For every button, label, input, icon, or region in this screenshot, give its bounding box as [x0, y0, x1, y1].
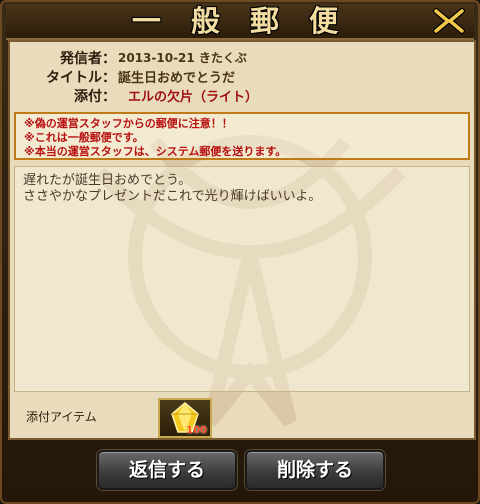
warning-line: ※これは一般郵便です。 — [24, 131, 144, 144]
body-line: ささやかなプレゼントだこれで光り輝けばいいよ。 — [23, 189, 322, 204]
attachment-item-slot[interactable]: 100 — [158, 398, 212, 438]
attachment-item-label: 添付アイテム — [26, 410, 97, 424]
subject-row: タイトル： 誕生日おめでとうだ — [28, 67, 258, 87]
mail-window: 一 般 郵 便 発信者： 2013-10-21 きたくぶ タイトル： 誕生日おめ… — [0, 0, 480, 504]
mail-body[interactable]: 遅れたが誕生日おめでとう。 ささやかなプレゼントだこれで光り輝けばいいよ。 — [14, 166, 470, 392]
sender-label: 発信者： — [60, 50, 116, 67]
body-line: 遅れたが誕生日おめでとう。 — [23, 173, 192, 188]
warning-line: ※本当の運営スタッフは、システム郵便を送ります。 — [24, 145, 287, 158]
sender-row: 発信者： 2013-10-21 きたくぶ — [28, 48, 258, 67]
subject-value: 誕生日おめでとうだ — [118, 71, 236, 86]
attachment-label: 添付： — [74, 88, 116, 105]
delete-button[interactable]: 削除する — [245, 450, 385, 490]
sender-value: 2013-10-21 きたくぶ — [118, 51, 247, 65]
reply-button[interactable]: 返信する — [97, 450, 237, 490]
attachment-value: エルの欠片（ライト） — [128, 90, 259, 105]
close-button[interactable] — [432, 7, 466, 35]
attachment-row: 添付： エルの欠片（ライト） — [28, 86, 259, 106]
window-title: 一 般 郵 便 — [131, 4, 349, 38]
close-icon — [433, 8, 465, 34]
item-count: 100 — [186, 425, 207, 436]
mail-paper: 発信者： 2013-10-21 きたくぶ タイトル： 誕生日おめでとうだ 添付：… — [8, 40, 476, 440]
warning-line: ※偽の運営スタッフからの郵便に注意！！ — [24, 117, 233, 130]
subject-label: タイトル： — [46, 69, 116, 86]
warning-box: ※偽の運営スタッフからの郵便に注意！！ ※これは一般郵便です。 ※本当の運営スタ… — [14, 112, 470, 160]
mail-header: 発信者： 2013-10-21 きたくぶ タイトル： 誕生日おめでとうだ 添付：… — [28, 48, 259, 106]
title-bar: 一 般 郵 便 — [6, 4, 474, 40]
attachment-item-row: 添付アイテム 100 — [14, 396, 470, 438]
